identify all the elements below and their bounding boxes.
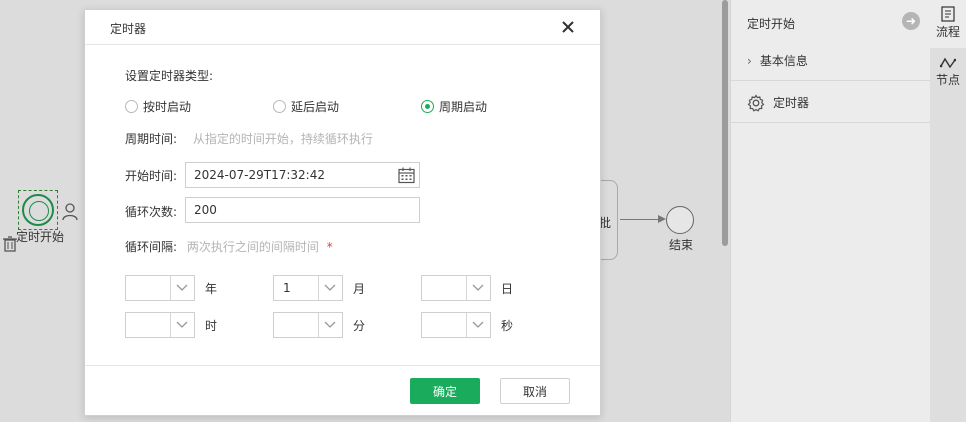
second-select[interactable]: [421, 312, 491, 338]
year-select[interactable]: [125, 275, 195, 301]
panel-item-label: 定时器: [773, 96, 810, 110]
day-unit: 日: [501, 282, 514, 296]
tab-flow[interactable]: 流程: [930, 0, 966, 48]
select-divider: [318, 313, 319, 337]
day-select[interactable]: [421, 275, 491, 301]
start-time-input[interactable]: 2024-07-29T17:32:42: [185, 162, 420, 188]
flow-icon: [941, 6, 955, 22]
select-divider: [466, 276, 467, 300]
month-unit: 月: [353, 282, 366, 296]
radio-dot[interactable]: [273, 100, 286, 113]
panel-item-timer[interactable]: 定时器: [731, 83, 931, 123]
canvas-scrollbar[interactable]: [722, 0, 728, 246]
start-timer-node[interactable]: [18, 190, 58, 230]
ok-button[interactable]: 确定: [410, 378, 480, 404]
hour-select[interactable]: [125, 312, 195, 338]
period-time-row: 周期时间: 从指定的时间开始，持续循环执行: [125, 130, 373, 147]
dialog-title: 定时器: [110, 22, 147, 36]
trash-icon[interactable]: [3, 236, 17, 252]
tab-node-label: 节点: [935, 73, 960, 87]
hour-unit: 时: [205, 319, 218, 333]
chevron-down-icon: [472, 284, 484, 291]
timer-type-label: 设置定时器类型:: [125, 69, 214, 83]
chevron-down-icon: [324, 321, 336, 328]
panel-item-basic-info[interactable]: › 基本信息: [731, 41, 931, 81]
gear-icon: [747, 93, 765, 112]
arrow-head-icon: [658, 215, 666, 223]
interval-row: 循环间隔: 两次执行之间的间隔时间 *: [125, 238, 333, 255]
period-time-hint: 从指定的时间开始，持续循环执行: [192, 132, 373, 146]
second-unit: 秒: [501, 319, 514, 333]
side-tab-bar: 流程 节点: [930, 0, 966, 422]
interval-hint: 两次执行之间的间隔时间: [186, 240, 319, 254]
radio-on-time-start[interactable]: 按时启动: [125, 98, 191, 115]
chevron-down-icon: [324, 284, 336, 291]
start-node-label: 定时开始: [16, 230, 65, 244]
node-icon: [940, 57, 956, 69]
panel-item-label: 基本信息: [759, 54, 808, 68]
end-node[interactable]: [666, 206, 694, 234]
loop-count-value: 200: [194, 203, 217, 217]
chevron-down-icon: [472, 321, 484, 328]
period-time-label: 周期时间:: [125, 132, 178, 146]
radio-periodic-start[interactable]: 周期启动: [421, 98, 487, 115]
chevron-down-icon: [176, 321, 188, 328]
select-divider: [466, 313, 467, 337]
month-value: 1: [283, 281, 291, 295]
radio-label: 周期启动: [439, 100, 488, 114]
close-icon[interactable]: [561, 20, 575, 34]
timer-dialog: 定时器 设置定时器类型: 按时启动 延后启动 周期启动 周期时间: 从指定的时间…: [84, 9, 601, 416]
tab-node[interactable]: 节点: [930, 50, 966, 98]
radio-label: 延后启动: [291, 100, 340, 114]
minute-unit: 分: [353, 319, 366, 333]
required-mark: *: [326, 240, 333, 254]
month-select[interactable]: 1: [273, 275, 343, 301]
interval-label: 循环间隔:: [125, 240, 178, 254]
loop-count-input[interactable]: 200: [185, 197, 420, 223]
cancel-button[interactable]: 取消: [500, 378, 570, 404]
select-divider: [318, 276, 319, 300]
minute-select[interactable]: [273, 312, 343, 338]
select-divider: [170, 313, 171, 337]
arrow-right-circle-icon[interactable]: ➜: [902, 12, 920, 30]
radio-label: 按时启动: [143, 100, 192, 114]
radio-dot[interactable]: [125, 100, 138, 113]
dialog-footer: 确定 取消: [85, 365, 600, 415]
radio-dot[interactable]: [421, 100, 434, 113]
chevron-right-icon: ›: [747, 53, 752, 68]
loop-count-label: 循环次数:: [125, 205, 178, 219]
property-panel: 定时开始 ➜ › 基本信息 定时器: [730, 0, 931, 422]
user-icon[interactable]: [62, 203, 78, 221]
year-unit: 年: [205, 282, 218, 296]
radio-delayed-start[interactable]: 延后启动: [273, 98, 339, 115]
timer-icon: [22, 194, 54, 226]
end-node-label: 结束: [669, 238, 694, 252]
calendar-icon[interactable]: [398, 167, 415, 184]
start-time-label: 开始时间:: [125, 169, 178, 183]
tab-flow-label: 流程: [935, 25, 960, 39]
chevron-down-icon: [176, 284, 188, 291]
panel-title: 定时开始: [747, 17, 796, 31]
dialog-header: 定时器: [85, 10, 600, 45]
select-divider: [170, 276, 171, 300]
start-time-value: 2024-07-29T17:32:42: [194, 168, 325, 182]
